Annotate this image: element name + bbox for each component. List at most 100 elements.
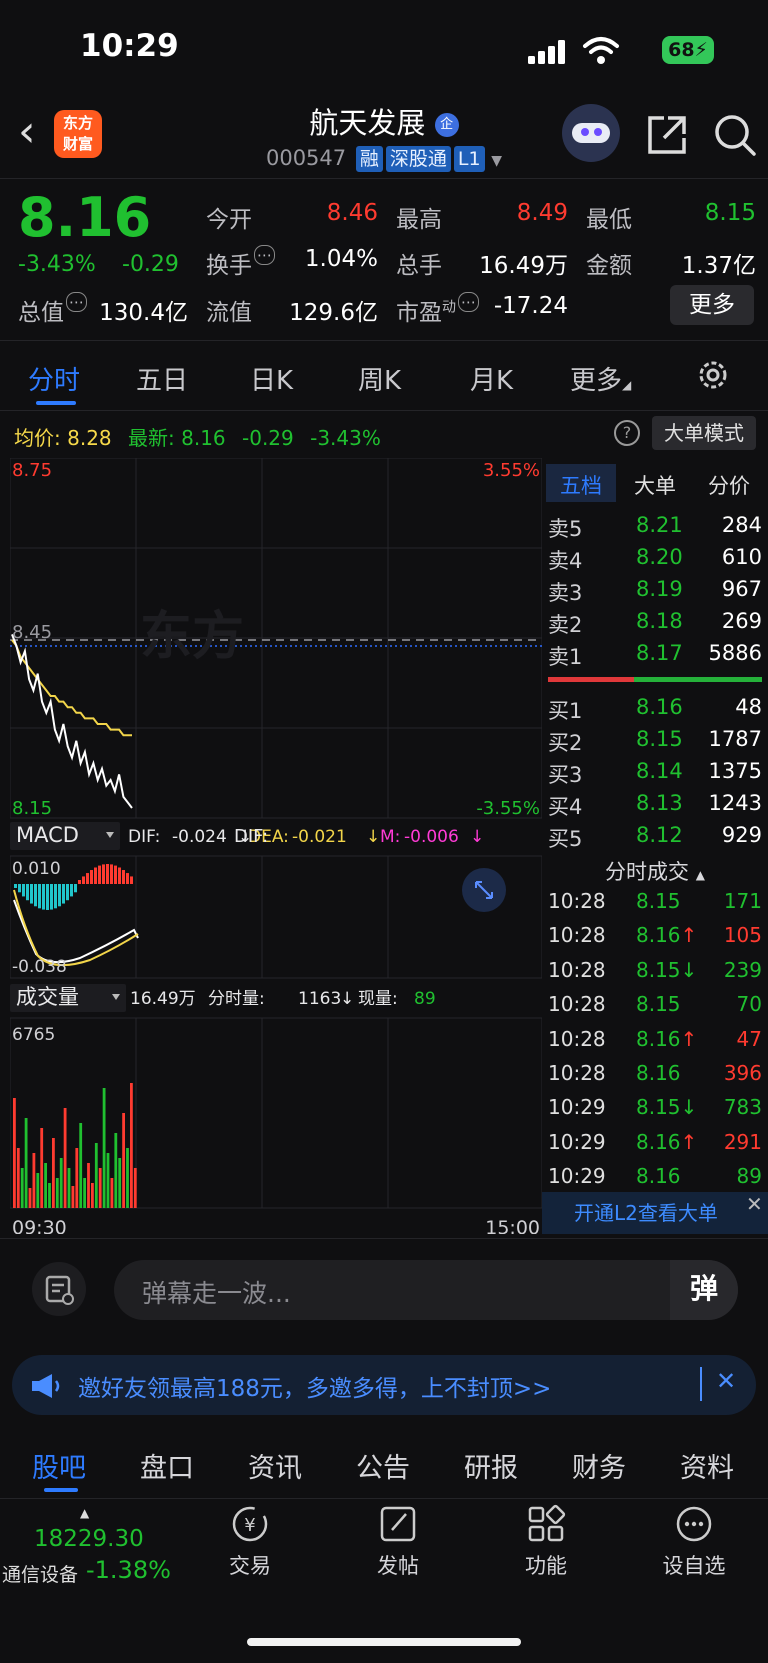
share-icon[interactable]: [646, 114, 688, 156]
volume-label: 总手: [396, 253, 442, 279]
tab-daily-k[interactable]: 日K: [250, 360, 293, 397]
tab-finance[interactable]: 财务: [572, 1446, 626, 1485]
help-icon[interactable]: ?: [614, 420, 640, 446]
trade-row: 10:28 8.16↑ 105: [548, 923, 762, 957]
intraday-chart[interactable]: 东方8.758.458.153.55%-3.55%MACD DIF: -0.024 D…: [10, 458, 542, 1234]
macd-bar: [82, 876, 85, 884]
tab-five-level[interactable]: 五档: [560, 470, 602, 500]
tab-more[interactable]: 更多◢: [570, 360, 631, 397]
ask-row[interactable]: 卖2 8.18 269: [548, 609, 762, 641]
tab-weekly-k[interactable]: 周K: [358, 360, 401, 397]
toolbar-divider: [0, 1498, 768, 1499]
bid-volume: 1243: [708, 791, 762, 815]
volume-bar: [98, 1168, 102, 1208]
trade-volume: 47: [736, 1026, 762, 1051]
bid-row[interactable]: 买2 8.15 1787: [548, 727, 762, 759]
tab-five-day[interactable]: 五日: [136, 360, 188, 397]
open-label: 今开: [206, 207, 252, 233]
l2-banner[interactable]: 开通L2查看大单: [542, 1192, 768, 1234]
assistant-robot-icon[interactable]: [562, 104, 620, 162]
promo-close-icon[interactable]: ✕: [716, 1367, 736, 1395]
compose-icon: [380, 1506, 416, 1542]
turnover-label[interactable]: 换手 ⋯: [206, 245, 275, 280]
ask-row[interactable]: 卖4 8.20 610: [548, 545, 762, 577]
add-watchlist-button[interactable]: 设自选: [644, 1504, 744, 1580]
trade-time: 10:28: [548, 1026, 606, 1051]
volume-bar: [79, 1123, 83, 1208]
trade-time: 10:28: [548, 992, 606, 1017]
bid-row[interactable]: 买5 8.12 929: [548, 823, 762, 855]
macd-dif-arrow: ↓: [238, 827, 252, 847]
bid-row[interactable]: 买3 8.14 1375: [548, 759, 762, 791]
ask-row[interactable]: 卖1 8.17 5886: [548, 641, 762, 673]
macd-bar: [130, 876, 133, 884]
macd-bar: [38, 884, 41, 909]
volume-bar: [55, 1178, 59, 1208]
macd-m-label: M:: [380, 827, 400, 847]
danmaku-input[interactable]: 弹幕走一波...: [114, 1260, 738, 1320]
trade-price: 8.16: [636, 1061, 681, 1085]
volume-bar: [32, 1153, 36, 1208]
danmaku-send-button[interactable]: 弹: [670, 1260, 738, 1320]
danmaku-toggle-icon[interactable]: [32, 1262, 86, 1316]
tab-monthly-k[interactable]: 月K: [470, 360, 513, 397]
tab-market-depth[interactable]: 盘口: [140, 1446, 194, 1485]
macd-bar: [54, 884, 57, 909]
tag-level: L1: [453, 146, 485, 172]
volume-bar: [48, 1183, 51, 1208]
l2-close-icon[interactable]: ✕: [746, 1192, 766, 1216]
tab-price-dist[interactable]: 分价: [708, 470, 750, 500]
trade-volume: 171: [723, 889, 762, 913]
ask-row[interactable]: 卖3 8.19 967: [548, 577, 762, 609]
search-icon[interactable]: [712, 112, 758, 158]
volume-bar: [24, 1118, 28, 1208]
macd-bar: [114, 865, 117, 884]
bid-row[interactable]: 买1 8.16 48: [548, 695, 762, 727]
quote-divider: [0, 340, 768, 341]
bid-row[interactable]: 买4 8.13 1243: [548, 791, 762, 823]
macd-bar: [18, 884, 21, 893]
avg-price-line: [11, 639, 132, 737]
more-quote-button[interactable]: 更多: [670, 285, 754, 325]
tab-big-order[interactable]: 大单: [634, 470, 676, 500]
volume-value: 16.49万: [479, 253, 568, 279]
big-order-mode-button[interactable]: 大单模式: [652, 416, 756, 450]
tab-forum[interactable]: 股吧: [32, 1446, 86, 1485]
trade-price: 8.16: [636, 923, 681, 948]
settings-gear-icon[interactable]: [696, 358, 730, 392]
volume-bar: [40, 1128, 44, 1208]
tab-news[interactable]: 资讯: [248, 1446, 302, 1485]
macd-bar: [46, 884, 49, 910]
macd-bar: [66, 884, 69, 901]
volume-bar: [110, 1178, 114, 1208]
volume-down-arrow: ↓: [340, 989, 354, 1009]
promo-banner[interactable]: 邀好友领最高188元，多邀多得，上不封顶>> ✕: [12, 1355, 756, 1415]
volume-bar: [28, 1188, 32, 1208]
functions-button[interactable]: 功能: [496, 1504, 596, 1580]
macd-bar: [110, 864, 113, 884]
promo-text: 邀好友领最高188元，多邀多得，上不封顶>>: [78, 1376, 552, 1402]
tab-research[interactable]: 研报: [464, 1446, 518, 1485]
trade-price: 8.16: [636, 1026, 681, 1051]
tab-intraday[interactable]: 分时: [28, 360, 80, 397]
trade-volume: 105: [723, 923, 762, 948]
ask-volume: 269: [721, 609, 762, 633]
volume-bar: [130, 1083, 133, 1208]
ask-row[interactable]: 卖5 8.21 284: [548, 513, 762, 545]
trades-title[interactable]: 分时成交 ▲: [548, 856, 762, 886]
float-label: 流值: [206, 300, 252, 326]
tab-profile[interactable]: 资料: [680, 1446, 734, 1485]
post-button[interactable]: 发帖: [348, 1504, 448, 1580]
bid-price: 8.14: [636, 759, 683, 783]
pe-label[interactable]: 市盈动 ⋯: [396, 292, 479, 327]
bid-label: 买4: [548, 795, 583, 819]
bid-label: 买2: [548, 731, 583, 755]
macd-bar: [118, 867, 121, 884]
trade-time: 10:28: [548, 923, 606, 948]
trade-button[interactable]: ¥ 交易: [200, 1504, 300, 1580]
volume-total: 16.49万: [130, 989, 196, 1009]
volume-bar: [87, 1163, 90, 1208]
open-value: 8.46: [326, 200, 378, 226]
tab-announcements[interactable]: 公告: [356, 1446, 410, 1485]
mktcap-label[interactable]: 总值 ⋯: [18, 292, 87, 327]
